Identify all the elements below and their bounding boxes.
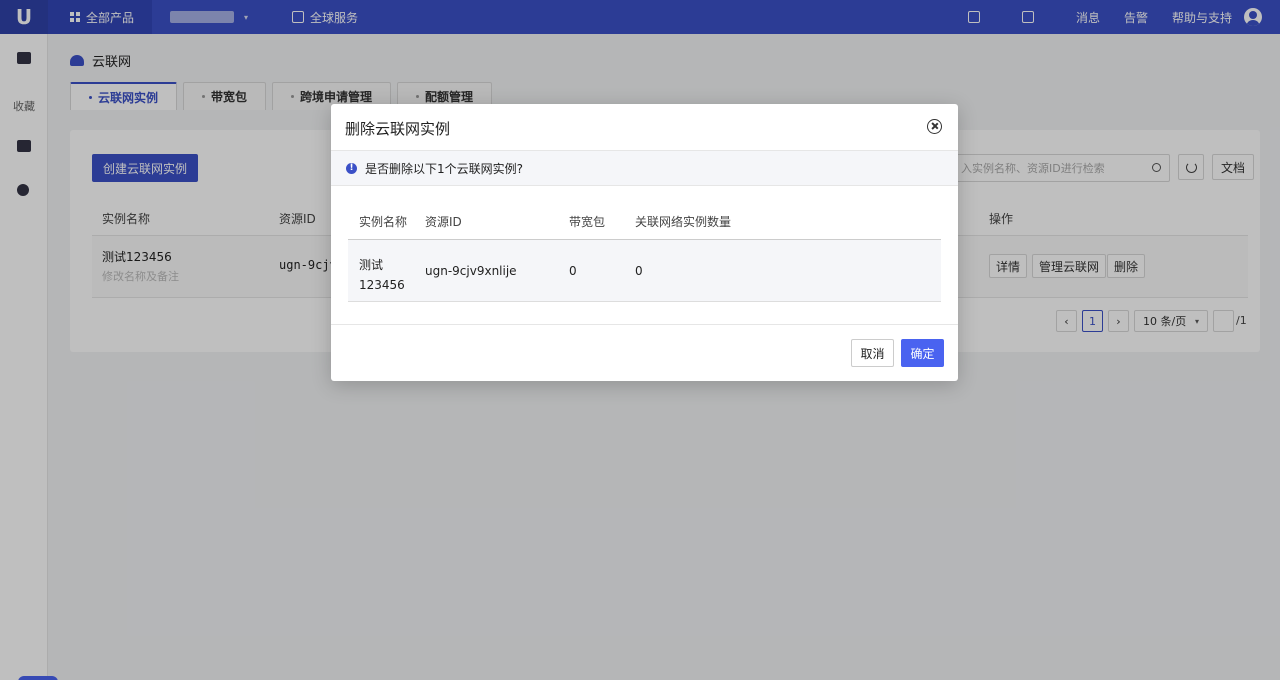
resource-id-cell: ugn-9cjv9xnlije xyxy=(425,264,517,278)
dialog-table-header: 实例名称 资源ID 带宽包 关联网络实例数量 xyxy=(348,202,941,240)
close-icon[interactable] xyxy=(927,119,942,134)
column-header: 资源ID xyxy=(425,215,462,229)
info-icon: ! xyxy=(346,162,357,174)
instance-name-line1: 测试 xyxy=(359,258,384,272)
column-header: 带宽包 xyxy=(569,215,606,229)
confirm-button[interactable]: 确定 xyxy=(901,339,944,367)
bandwidth-cell: 0 xyxy=(569,264,577,278)
instance-name-cell: 测试 123456 xyxy=(359,255,409,295)
warning-text: 是否删除以下1个云联网实例? xyxy=(365,161,524,176)
column-header: 关联网络实例数量 xyxy=(635,215,732,229)
linked-count-cell: 0 xyxy=(635,264,643,278)
dialog-table-row: 测试 123456 ugn-9cjv9xnlije 0 0 xyxy=(348,240,941,302)
delete-instance-dialog: 删除云联网实例 ! 是否删除以下1个云联网实例? 实例名称 资源ID 带宽包 关… xyxy=(331,104,958,381)
instance-name-line2: 123456 xyxy=(359,278,405,292)
column-header: 实例名称 xyxy=(359,215,408,229)
dialog-title: 删除云联网实例 xyxy=(345,120,451,138)
cancel-button[interactable]: 取消 xyxy=(851,339,894,367)
dialog-footer: 取消 确定 xyxy=(331,324,958,381)
warning-bar: ! 是否删除以下1个云联网实例? xyxy=(331,150,958,186)
